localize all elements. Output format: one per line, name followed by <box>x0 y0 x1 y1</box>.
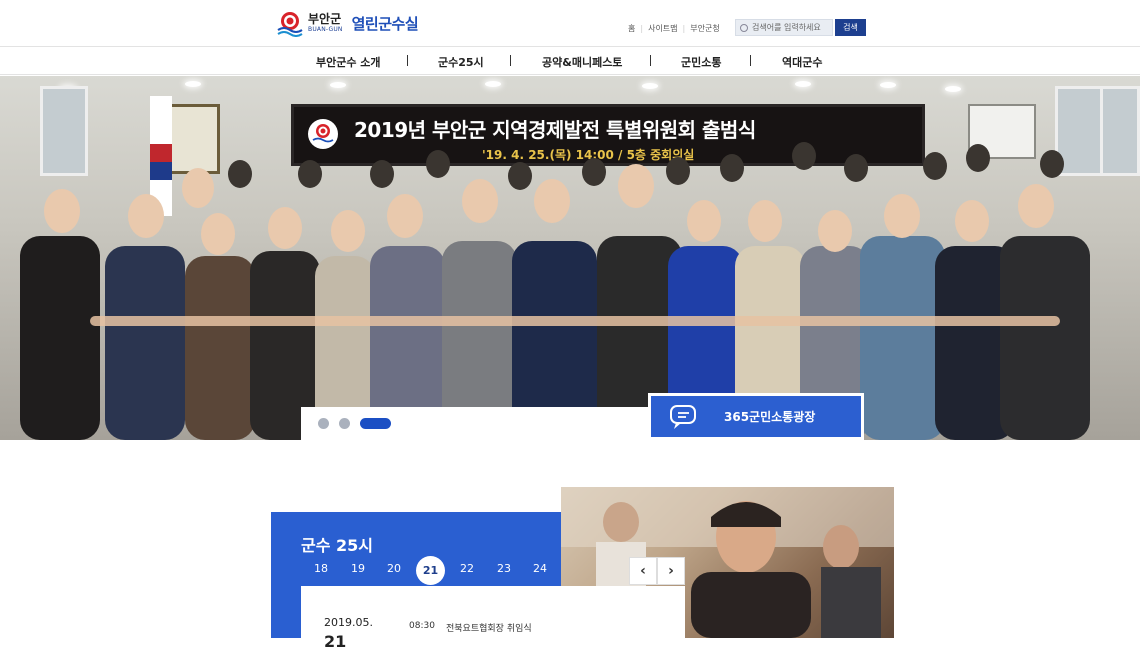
person-face <box>462 179 498 223</box>
schedule-day: 21 <box>324 632 347 651</box>
county-office-link[interactable]: 부안군청 <box>690 23 719 34</box>
hero-slider: 2019년 부안군 지역경제발전 특별위원회 출범식 '19. 4. 25.(목… <box>0 76 1140 440</box>
site-logo[interactable]: 부안군 BUAN-GUN 열린군수실 <box>276 9 419 37</box>
nav-item-communication[interactable]: 군민소통 <box>681 54 721 70</box>
person-head <box>923 152 947 180</box>
buan-emblem-icon <box>277 12 303 37</box>
slide-dot[interactable] <box>318 418 329 429</box>
calendar-day[interactable]: 20 <box>379 562 409 575</box>
schedule-date: 2019.05. <box>324 616 373 629</box>
logo-text: 부안군 BUAN-GUN <box>308 13 343 33</box>
person-head <box>666 157 690 185</box>
nav-item-intro[interactable]: 부안군수 소개 <box>316 54 381 70</box>
schedule-event[interactable]: 전북요트협회장 취임식 <box>446 621 532 634</box>
person-face <box>955 200 989 242</box>
nav-item-past-mayors[interactable]: 역대군수 <box>782 54 822 70</box>
search-form: 검색어를 입력하세요 검색 <box>735 19 866 36</box>
person-head <box>792 142 816 170</box>
calendar-day[interactable]: 19 <box>343 562 373 575</box>
calendar-day[interactable]: 23 <box>489 562 519 575</box>
person-face <box>268 207 302 249</box>
home-link[interactable]: 홈 <box>628 23 635 34</box>
chat-bubble-icon <box>670 404 696 429</box>
person-face <box>201 213 235 255</box>
person-face <box>687 200 721 242</box>
person-face <box>331 210 365 252</box>
calendar-day-active[interactable]: 21 <box>416 556 445 585</box>
person-head <box>844 154 868 182</box>
communication-square-button[interactable]: 365군민소통광장 <box>648 393 864 440</box>
person-face <box>618 164 654 208</box>
calendar-day[interactable]: 22 <box>452 562 482 575</box>
person-head <box>966 144 990 172</box>
nav-divider <box>510 55 511 66</box>
person-face <box>534 179 570 223</box>
group-photo-people <box>20 142 1090 440</box>
main-nav: 부안군수 소개 군수25시 공약&매니페스토 군민소통 역대군수 <box>0 47 1140 75</box>
person-face <box>748 200 782 242</box>
slide-dot[interactable] <box>339 418 350 429</box>
nav-item-pledges[interactable]: 공약&매니페스토 <box>542 54 622 70</box>
person-head <box>508 162 532 190</box>
person-head <box>370 160 394 188</box>
search-placeholder: 검색어를 입력하세요 <box>752 23 821 32</box>
gunsu-25-title: 군수 25시 <box>301 536 373 555</box>
person-face <box>128 194 164 238</box>
calendar-day[interactable]: 24 <box>525 562 555 575</box>
nav-divider <box>650 55 651 66</box>
slider-pagination <box>301 407 648 440</box>
nav-item-gunsu25[interactable]: 군수25시 <box>438 54 484 70</box>
prev-day-button[interactable]: ‹ <box>629 557 657 585</box>
sitemap-link[interactable]: 사이트맵 <box>648 23 677 34</box>
search-icon <box>740 23 748 32</box>
slide-dot-active[interactable] <box>360 418 391 429</box>
calendar-day[interactable]: 18 <box>306 562 336 575</box>
logo-korean: 부안군 <box>308 12 342 26</box>
person-face <box>818 210 852 252</box>
person-head <box>426 150 450 178</box>
communication-square-label: 365군민소통광장 <box>724 410 816 424</box>
person-face <box>44 189 80 233</box>
person-head <box>228 160 252 188</box>
site-title: 열린군수실 <box>351 14 419 33</box>
util-divider: | <box>682 24 686 33</box>
schedule-card: 2019.05. 21 08:30 전북요트협회장 취임식 <box>301 586 685 651</box>
person-head <box>582 158 606 186</box>
schedule-time: 08:30 <box>409 621 435 631</box>
util-divider: | <box>640 24 644 33</box>
joined-hands <box>90 316 1060 326</box>
person-head <box>720 154 744 182</box>
search-input[interactable]: 검색어를 입력하세요 <box>735 19 833 36</box>
person-face <box>387 194 423 238</box>
person-head <box>1040 150 1064 178</box>
utility-links: 홈 | 사이트맵 | 부안군청 <box>628 23 720 34</box>
person-head <box>298 160 322 188</box>
site-header: 부안군 BUAN-GUN 열린군수실 홈 | 사이트맵 | 부안군청 검색어를 … <box>0 0 1140 47</box>
nav-divider <box>750 55 751 66</box>
search-button[interactable]: 검색 <box>835 19 866 36</box>
communication-square-inner: 365군민소통광장 <box>651 396 861 437</box>
next-day-button[interactable]: › <box>657 557 685 585</box>
person-face <box>884 194 920 238</box>
person-face <box>182 168 214 208</box>
logo-english: BUAN-GUN <box>308 26 343 33</box>
person-face <box>1018 184 1054 228</box>
nav-divider <box>407 55 408 66</box>
